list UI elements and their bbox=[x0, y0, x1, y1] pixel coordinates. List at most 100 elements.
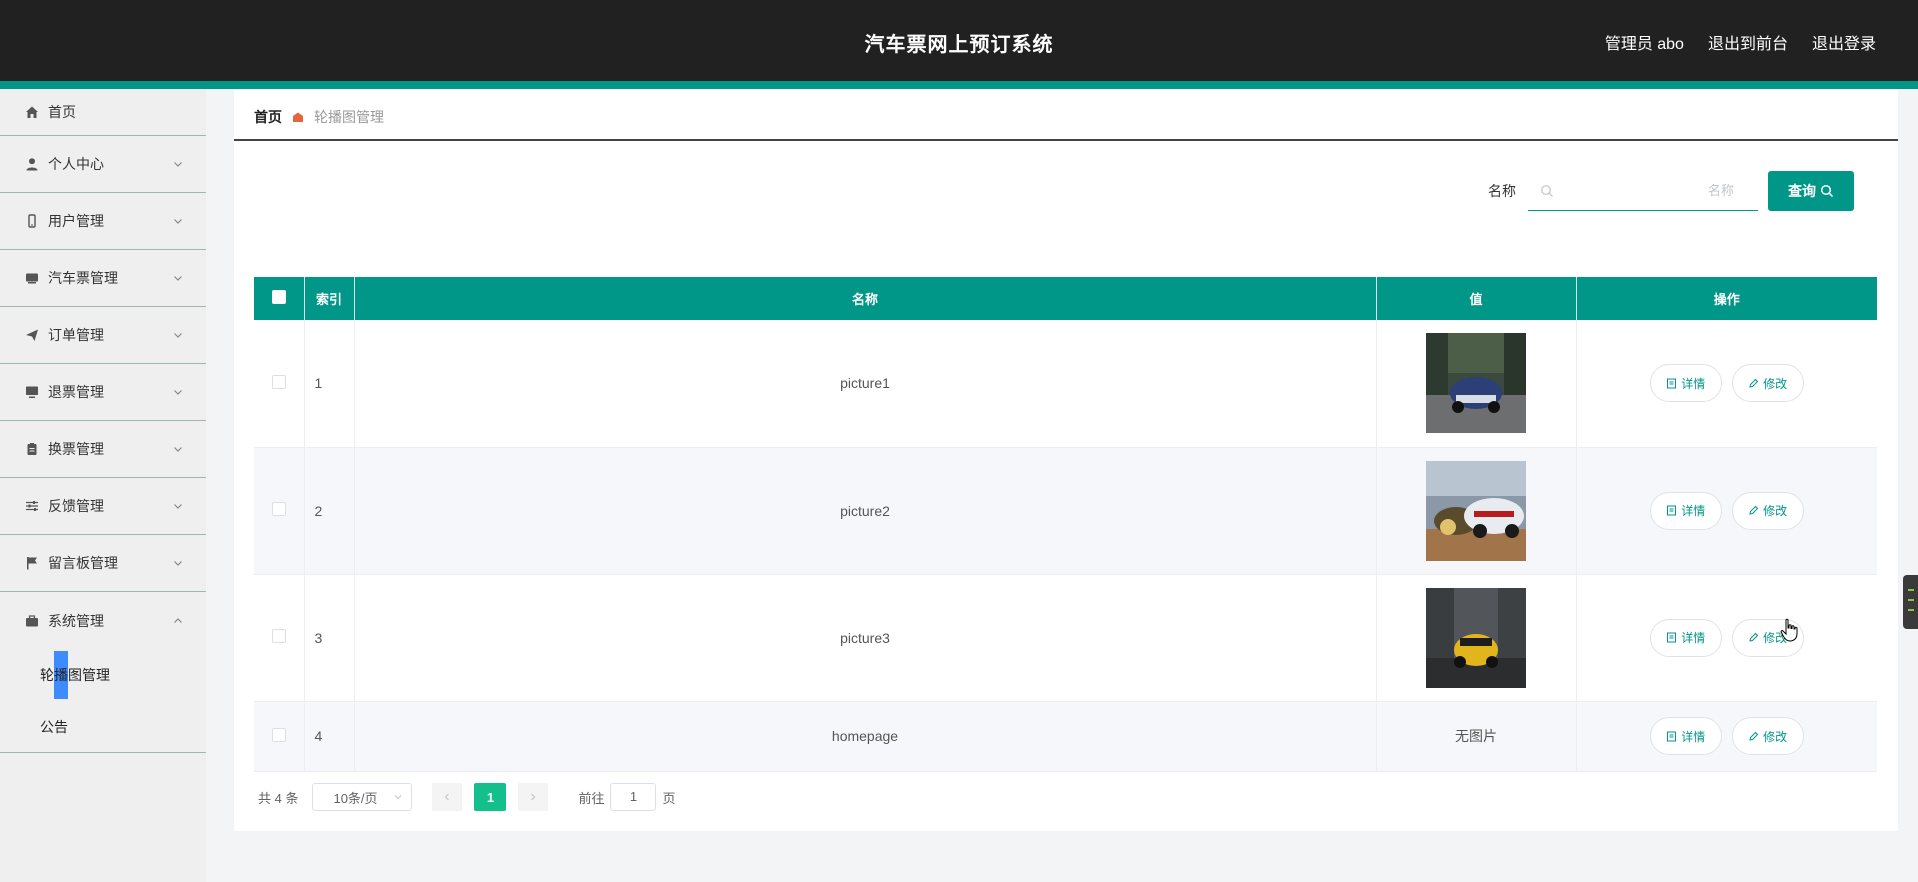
phone-icon bbox=[24, 213, 40, 229]
row-name: picture3 bbox=[354, 574, 1377, 702]
column-header-actions: 操作 bbox=[1576, 277, 1877, 320]
chevron-down-icon bbox=[174, 504, 182, 509]
sidebar-item-label: 反馈管理 bbox=[48, 498, 104, 514]
detail-button[interactable]: 详情 bbox=[1649, 618, 1722, 657]
row-name: picture2 bbox=[354, 447, 1377, 575]
search-icon bbox=[1820, 184, 1834, 198]
row-value bbox=[1376, 447, 1577, 575]
row-name: homepage bbox=[354, 701, 1377, 772]
monitor-icon bbox=[24, 384, 40, 400]
document-icon bbox=[1667, 505, 1677, 516]
sliders-icon bbox=[24, 498, 40, 514]
detail-button[interactable]: 详情 bbox=[1649, 364, 1722, 403]
sidebar-item-label: 个人中心 bbox=[48, 156, 104, 172]
goto-page-input[interactable]: 1 bbox=[610, 783, 657, 811]
row-value bbox=[1376, 574, 1577, 702]
search-button[interactable]: 查询 bbox=[1768, 171, 1854, 211]
sidebar: 首页 个人中心 用户管理 汽车票管理 订单管理 退票管理 换票管理 反馈管理 留… bbox=[0, 89, 206, 882]
row-index: 2 bbox=[304, 447, 355, 575]
sidebar-item-home[interactable]: 首页 bbox=[0, 89, 206, 136]
edit-icon bbox=[1749, 378, 1759, 388]
sidebar-item-label: 首页 bbox=[48, 104, 76, 120]
chevron-down-icon bbox=[174, 333, 182, 338]
carousel-table: 索引 名称 值 操作 1 picture1 详情 修改 2 picture2 详… bbox=[254, 277, 1877, 772]
table-row: 3 picture3 详情 修改 bbox=[254, 574, 1877, 702]
car-thumbnail-image[interactable] bbox=[1426, 587, 1526, 688]
edit-icon bbox=[1749, 731, 1759, 741]
document-icon bbox=[1667, 731, 1677, 741]
sidebar-subitem-announcement[interactable]: 公告 bbox=[0, 701, 206, 753]
logout-link[interactable]: 退出登录 bbox=[1812, 30, 1876, 54]
row-value: 无图片 bbox=[1376, 701, 1577, 772]
row-name: picture1 bbox=[354, 320, 1377, 448]
sidebar-subitem-carousel-management[interactable]: 轮播图管理 bbox=[0, 649, 206, 701]
sidebar-item-refund-management[interactable]: 退票管理 bbox=[0, 364, 206, 421]
breadcrumb-divider bbox=[234, 139, 1898, 141]
goto-suffix: 页 bbox=[662, 790, 676, 806]
row-checkbox[interactable] bbox=[271, 374, 286, 389]
breadcrumb-separator-icon bbox=[292, 111, 304, 123]
edit-button[interactable]: 修改 bbox=[1731, 364, 1804, 403]
clipboard-icon bbox=[24, 441, 40, 457]
sidebar-item-system-management[interactable]: 系统管理 bbox=[0, 592, 206, 649]
admin-user-link[interactable]: 管理员 abo bbox=[1605, 30, 1684, 54]
search-icon bbox=[1541, 184, 1553, 197]
chevron-down-icon bbox=[174, 447, 182, 452]
search-label: 名称 bbox=[1488, 183, 1516, 199]
page-number-current[interactable]: 1 bbox=[474, 783, 507, 811]
detail-button[interactable]: 详情 bbox=[1649, 717, 1722, 755]
document-icon bbox=[1667, 378, 1677, 389]
chevron-right-icon bbox=[531, 793, 536, 801]
exit-to-frontend-link[interactable]: 退出到前台 bbox=[1708, 30, 1788, 54]
main-panel: 首页 轮播图管理 名称 查询 索引 名称 值 操作 bbox=[234, 89, 1898, 831]
row-checkbox[interactable] bbox=[271, 629, 286, 643]
sidebar-item-ticket-management[interactable]: 汽车票管理 bbox=[0, 250, 206, 307]
row-checkbox[interactable] bbox=[271, 727, 286, 742]
breadcrumb: 首页 轮播图管理 bbox=[254, 107, 384, 127]
row-index: 4 bbox=[304, 701, 355, 772]
flag-icon bbox=[24, 555, 40, 571]
sidebar-item-label: 系统管理 bbox=[48, 612, 104, 629]
pagination-total: 共 4 条 bbox=[258, 790, 299, 806]
row-checkbox[interactable] bbox=[271, 502, 286, 516]
sidebar-item-feedback-management[interactable]: 反馈管理 bbox=[0, 478, 206, 535]
breadcrumb-current: 轮播图管理 bbox=[314, 109, 384, 125]
chevron-left-icon bbox=[445, 793, 450, 801]
sidebar-item-order-management[interactable]: 订单管理 bbox=[0, 307, 206, 364]
detail-button[interactable]: 详情 bbox=[1649, 491, 1722, 530]
page-size-select[interactable]: 10条/页 bbox=[312, 783, 413, 811]
home-icon bbox=[24, 104, 40, 120]
search-form: 名称 查询 bbox=[1488, 171, 1854, 211]
edit-button[interactable]: 修改 bbox=[1731, 491, 1804, 530]
sidebar-item-label: 订单管理 bbox=[48, 327, 104, 343]
floating-side-widget[interactable] bbox=[1903, 575, 1918, 629]
briefcase-icon bbox=[24, 613, 40, 629]
car-thumbnail-image[interactable] bbox=[1426, 460, 1526, 561]
sidebar-item-label: 留言板管理 bbox=[48, 555, 118, 571]
sidebar-item-label: 汽车票管理 bbox=[48, 270, 118, 286]
row-index: 1 bbox=[304, 320, 355, 448]
chevron-down-icon bbox=[174, 561, 182, 566]
document-icon bbox=[1667, 632, 1677, 643]
sidebar-item-message-board[interactable]: 留言板管理 bbox=[0, 535, 206, 592]
chevron-down-icon bbox=[395, 795, 402, 800]
sidebar-item-exchange-management[interactable]: 换票管理 bbox=[0, 421, 206, 478]
row-index: 3 bbox=[304, 574, 355, 702]
breadcrumb-home[interactable]: 首页 bbox=[254, 107, 282, 127]
next-page-button[interactable] bbox=[518, 783, 549, 811]
prev-page-button[interactable] bbox=[432, 783, 463, 811]
column-header-name: 名称 bbox=[354, 277, 1377, 320]
sidebar-item-label: 换票管理 bbox=[48, 441, 104, 457]
table-row: 1 picture1 详情 修改 bbox=[254, 320, 1877, 448]
car-thumbnail-image[interactable] bbox=[1426, 333, 1526, 434]
edit-button[interactable]: 修改 bbox=[1731, 717, 1804, 755]
select-all-checkbox[interactable] bbox=[271, 290, 286, 304]
send-icon bbox=[24, 327, 40, 343]
search-input[interactable] bbox=[1554, 183, 1734, 198]
sidebar-item-personal-center[interactable]: 个人中心 bbox=[0, 136, 206, 193]
hand-cursor-icon bbox=[1780, 618, 1798, 642]
table-row: 2 picture2 详情 修改 bbox=[254, 447, 1877, 575]
goto-prefix: 前往 bbox=[578, 790, 605, 806]
sidebar-item-user-management[interactable]: 用户管理 bbox=[0, 193, 206, 250]
column-header-value: 值 bbox=[1376, 277, 1577, 320]
